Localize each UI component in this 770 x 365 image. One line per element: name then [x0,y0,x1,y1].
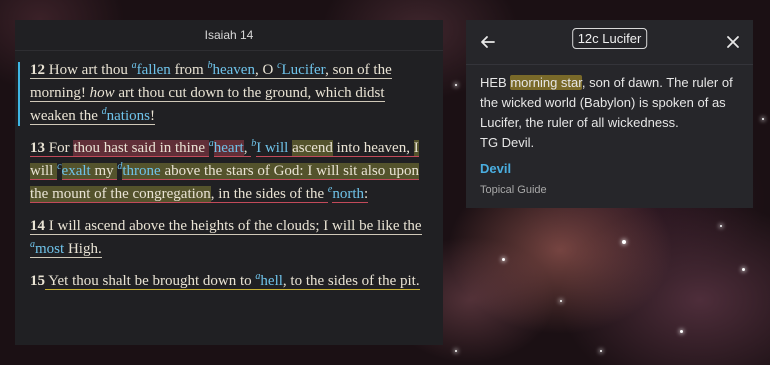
highlighted-phrase: morning star [510,75,582,90]
background-star [680,330,683,333]
close-icon [727,36,739,48]
background-star [600,350,602,352]
background-star [560,300,562,302]
footnote-link-hell[interactable]: hell [260,273,283,289]
footnote-marker[interactable]: a [209,138,214,149]
close-button[interactable] [721,30,745,54]
verse-13[interactable]: 13 For thou hast said in thine aheart, b… [30,137,429,206]
footnote-reference-label: 12c Lucifer [571,28,648,49]
footnote-link-most[interactable]: most [35,241,64,257]
background-star [455,84,457,86]
popup-header: 12c Lucifer [466,20,753,65]
footnote-popup: 12c Lucifer HEB morning star, son of daw… [466,20,753,208]
footnote-link-exalt[interactable]: exalt [61,163,91,180]
back-button[interactable] [476,30,500,54]
background-star [455,350,457,352]
footnote-link-fallen[interactable]: fallen [137,62,171,78]
footnote-marker[interactable]: c [57,161,61,172]
footnote-body: HEB morning star, son of dawn. The ruler… [466,65,753,200]
arrow-left-icon [481,36,495,48]
highlighted-text: ascend [292,140,333,157]
background-star [742,268,745,271]
highlighted-text: the mount of the congregation [30,186,211,203]
scripture-reader-panel: Isaiah 14 12 How art thou afallen from b… [15,20,443,345]
highlighted-text: thou hast said in thine [73,140,209,157]
footnote-link-nations[interactable]: nations [107,108,150,124]
footnote-link-heaven[interactable]: heaven [212,62,254,78]
verse-number: 13 [30,140,45,157]
topic-source-label: Topical Guide [480,184,547,196]
footnote-link-heart[interactable]: heart [213,140,244,157]
verse-14[interactable]: 14 I will ascend above the heights of th… [30,215,429,261]
footnote-link-throne[interactable]: throne [122,163,161,180]
verse-list: 12 How art thou afallen from bheaven, O … [15,51,443,293]
background-star [622,240,626,244]
verse-15[interactable]: 15 Yet thou shalt be brought down to ahe… [30,270,429,293]
footnote-link-lucifer[interactable]: Lucifer [282,62,326,78]
topic-link-devil[interactable]: Devil [480,159,739,179]
background-star [762,118,764,120]
footnote-link-north[interactable]: north [332,186,364,203]
background-star [720,225,722,227]
verse-number: 12 [30,62,45,78]
topical-guide-reference: TG Devil. [480,135,535,150]
verse-12[interactable]: 12 How art thou afallen from bheaven, O … [18,59,429,128]
footnote-text: HEB morning star, son of dawn. The ruler… [480,75,733,130]
verse-number: 14 [30,218,45,234]
chapter-title: Isaiah 14 [15,20,443,51]
verse-number: 15 [30,273,45,289]
background-star [502,258,505,261]
footnote-link-i-will[interactable]: I will [256,140,293,157]
